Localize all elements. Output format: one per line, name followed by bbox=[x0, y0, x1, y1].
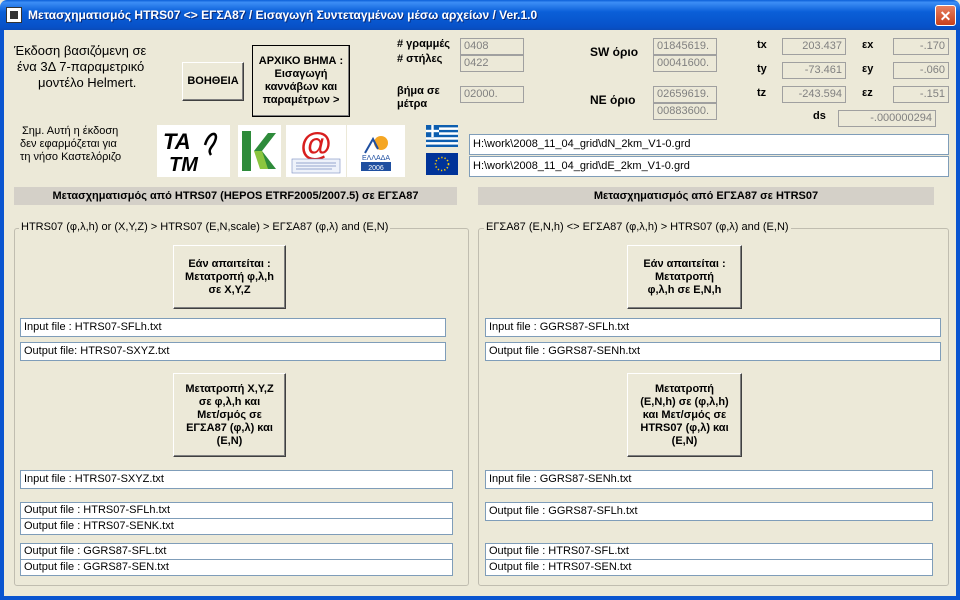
window-frame-left bbox=[0, 30, 4, 600]
hellas-logo-text: ΕΛΛΑΔΑ bbox=[362, 155, 390, 162]
button-line: Εάν απαιτείται : bbox=[188, 257, 271, 270]
sw-value-2: 00041600. bbox=[653, 55, 717, 72]
button-line: (E,N) bbox=[671, 434, 698, 447]
intro-text: Έκδοση βασιζόμενη σε ένα 3Δ 7-παραμετρικ… bbox=[14, 43, 146, 91]
tatm-logo: TA TM bbox=[157, 125, 230, 177]
help-button[interactable]: ΒΟΗΘΕΙΑ bbox=[182, 62, 244, 101]
right-output-file-1[interactable]: Output file : GGRS87-SENh.txt bbox=[485, 342, 941, 361]
left-output-file-1[interactable]: Output file: HTRS07-SXYZ.txt bbox=[20, 342, 446, 361]
tx-label: tx bbox=[757, 39, 767, 51]
button-line: Μετατροπή X,Y,Z bbox=[185, 382, 274, 395]
app-icon bbox=[6, 7, 22, 23]
flags-logo bbox=[425, 125, 459, 177]
first-step-line: παραμέτρων > bbox=[262, 94, 340, 106]
right-convert-flh-to-enh-button[interactable]: Εάν απαιτείται : Μετατροπή φ,λ,h σε E,N,… bbox=[627, 245, 742, 309]
note-line: δεν εφαρμόζεται για bbox=[20, 138, 117, 150]
left-output-file-2a[interactable]: Output file : HTRS07-SFLh.txt bbox=[20, 502, 453, 519]
ty-value: -73.461 bbox=[782, 62, 846, 79]
right-transform-enh-button[interactable]: Μετατροπή (E,N,h) σε (φ,λ,h) και Μετ/σμό… bbox=[627, 373, 742, 457]
greek-flag-icon bbox=[426, 125, 458, 147]
cols-label: # στήλες bbox=[397, 53, 443, 65]
button-line: ΕΓΣΑ87 (φ,λ) και bbox=[186, 421, 273, 434]
window-title: Μετασχηματισμός HTRS07 <> ΕΓΣΑ87 / Εισαγ… bbox=[28, 8, 538, 22]
left-section-header: Μετασχηματισμός από HTRS07 (HEPOS ETRF20… bbox=[14, 187, 457, 205]
button-line: Μετατροπή bbox=[654, 270, 715, 283]
ds-value: -.000000294 bbox=[838, 110, 936, 127]
eu-flag-icon bbox=[426, 153, 458, 175]
hellas-2006-logo: ΕΛΛΑΔΑ 2006 bbox=[347, 125, 405, 177]
right-group-title: ΕΓΣΑ87 (E,N,h) <> ΕΓΣΑ87 (φ,λ,h) > HTRS0… bbox=[484, 221, 791, 233]
tx-value: 203.437 bbox=[782, 38, 846, 55]
first-step-line: καννάβων και bbox=[264, 81, 338, 93]
cols-value: 0422 bbox=[460, 55, 524, 72]
first-step-button[interactable]: ΑΡΧΙΚΟ ΒΗΜΑ : Εισαγωγή καννάβων και παρα… bbox=[252, 45, 350, 117]
right-section-header: Μετασχηματισμός από ΕΓΣΑ87 σε HTRS07 bbox=[478, 187, 934, 205]
ez-value: -.151 bbox=[893, 86, 949, 103]
ne-label: NE όριο bbox=[590, 93, 636, 107]
left-input-file-2[interactable]: Input file : HTRS07-SXYZ.txt bbox=[20, 470, 453, 489]
ey-label: εy bbox=[862, 63, 874, 75]
hellas-logo-year: 2006 bbox=[368, 165, 384, 172]
ne-value-2: 00883600. bbox=[653, 103, 717, 120]
button-line: φ,λ,h σε E,N,h bbox=[647, 283, 722, 296]
ex-label: εx bbox=[862, 39, 874, 51]
left-input-file-1[interactable]: Input file : HTRS07-SFLh.txt bbox=[20, 318, 446, 337]
left-output-file-3b[interactable]: Output file : GGRS87-SEN.txt bbox=[20, 559, 453, 576]
ey-value: -.060 bbox=[893, 62, 949, 79]
left-transform-xyz-button[interactable]: Μετατροπή X,Y,Z σε φ,λ,h και Μετ/σμός σε… bbox=[173, 373, 286, 457]
left-output-file-3a[interactable]: Output file : GGRS87-SFL.txt bbox=[20, 543, 453, 560]
right-input-file-2[interactable]: Input file : GGRS87-SENh.txt bbox=[485, 470, 933, 489]
button-line: HTRS07 (φ,λ) και bbox=[640, 421, 729, 434]
k-logo bbox=[238, 125, 281, 177]
right-input-file-1[interactable]: Input file : GGRS87-SFLh.txt bbox=[485, 318, 941, 337]
left-output-file-2b[interactable]: Output file : HTRS07-SENK.txt bbox=[20, 518, 453, 535]
note-text: Σημ. Αυτή η έκδοση δεν εφαρμόζεται για τ… bbox=[20, 125, 121, 164]
right-output-file-3a[interactable]: Output file : HTRS07-SFL.txt bbox=[485, 543, 933, 560]
intro-line: μοντέλο Helmert. bbox=[38, 75, 137, 90]
ne-value-1: 02659619. bbox=[653, 86, 717, 103]
window-frame-right bbox=[956, 30, 960, 600]
first-step-line: ΑΡΧΙΚΟ ΒΗΜΑ : bbox=[258, 55, 344, 67]
at-logo: @ bbox=[286, 125, 346, 177]
ez-label: εz bbox=[862, 87, 873, 99]
tz-value: -243.594 bbox=[782, 86, 846, 103]
button-line: Μετατροπή φ,λ,h bbox=[185, 270, 274, 283]
button-line: σε φ,λ,h και bbox=[198, 395, 261, 408]
button-line: Μετ/σμός σε bbox=[197, 408, 262, 421]
tz-label: tz bbox=[757, 87, 767, 99]
sw-value-1: 01845619. bbox=[653, 38, 717, 55]
sw-label: SW όριο bbox=[590, 45, 639, 59]
intro-line: ένα 3Δ 7-παραμετρικό bbox=[17, 59, 145, 74]
note-line: τη νήσο Καστελόριζο bbox=[20, 151, 122, 163]
left-group-title: HTRS07 (φ,λ,h) or (X,Y,Z) > HTRS07 (E,N,… bbox=[19, 221, 391, 233]
button-line: σε X,Y,Z bbox=[208, 283, 251, 296]
at-logo-symbol: @ bbox=[300, 126, 331, 162]
window-frame-bottom bbox=[0, 596, 960, 600]
button-line: Εάν απαιτείται : bbox=[643, 257, 726, 270]
rows-label: # γραμμές bbox=[397, 38, 451, 50]
step-value: 02000. bbox=[460, 86, 524, 103]
first-step-line: Εισαγωγή bbox=[274, 68, 328, 80]
button-line: (E,N) bbox=[216, 434, 243, 447]
tatm-logo-bottom: TM bbox=[169, 154, 199, 176]
close-button[interactable]: ✕ bbox=[935, 5, 956, 26]
button-line: (E,N,h) σε (φ,λ,h) bbox=[640, 395, 729, 408]
step-label: βήμα σε bbox=[397, 85, 440, 97]
grid-file-de[interactable]: H:\work\2008_11_04_grid\dE_2km_V1-0.grd bbox=[469, 156, 949, 177]
button-line: και Μετ/σμός σε bbox=[642, 408, 727, 421]
button-line: Μετατροπή bbox=[654, 382, 715, 395]
note-line: Σημ. Αυτή η έκδοση bbox=[22, 125, 119, 137]
grid-file-dn[interactable]: H:\work\2008_11_04_grid\dN_2km_V1-0.grd bbox=[469, 134, 949, 155]
left-convert-flh-to-xyz-button[interactable]: Εάν απαιτείται : Μετατροπή φ,λ,h σε X,Y,… bbox=[173, 245, 286, 309]
ex-value: -.170 bbox=[893, 38, 949, 55]
right-output-file-2[interactable]: Output file : GGRS87-SFLh.txt bbox=[485, 502, 933, 521]
rows-value: 0408 bbox=[460, 38, 524, 55]
ty-label: ty bbox=[757, 63, 767, 75]
right-output-file-3b[interactable]: Output file : HTRS07-SEN.txt bbox=[485, 559, 933, 576]
ds-label: ds bbox=[813, 110, 826, 122]
intro-line: Έκδοση βασιζόμενη σε bbox=[14, 43, 147, 58]
title-bar: Μετασχηματισμός HTRS07 <> ΕΓΣΑ87 / Εισαγ… bbox=[0, 0, 960, 30]
step-label-units: μέτρα bbox=[397, 98, 428, 110]
tatm-logo-top: TA bbox=[163, 129, 191, 154]
